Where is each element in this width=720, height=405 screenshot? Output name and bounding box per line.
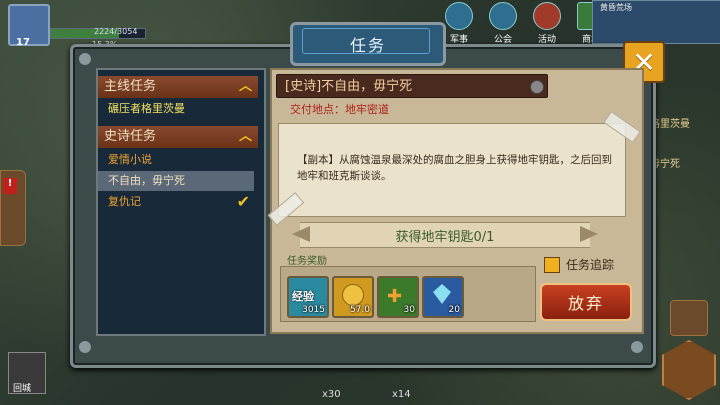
bag-icon[interactable]: [670, 300, 708, 336]
track-checkbox[interactable]: [544, 257, 560, 273]
quest-item[interactable]: 爱情小说: [98, 150, 258, 170]
reward-gold[interactable]: 57.0: [332, 276, 374, 318]
reward-tool[interactable]: ✚ 30: [377, 276, 419, 318]
quest-item[interactable]: 碾压者格里茨曼: [98, 99, 258, 119]
screw-icon: [78, 340, 92, 354]
reward-exp[interactable]: 经验 3015: [287, 276, 329, 318]
category-epic-quests[interactable]: 史诗任务 ︿: [98, 126, 258, 148]
chevron-up-icon: ︿: [238, 79, 252, 94]
category-label: 主线任务: [104, 79, 157, 94]
top-menu: 军事 公会 活动 商城: [440, 2, 610, 45]
reward-crystal[interactable]: 20: [422, 276, 464, 318]
top-menu-events[interactable]: 活动: [528, 2, 566, 45]
reward-amount: 57.0: [349, 305, 370, 315]
minimap-title: 黄昏荒场: [600, 3, 632, 12]
gift-icon: [533, 2, 561, 30]
crystal-icon: [433, 284, 451, 304]
wrench-icon: ✚: [387, 286, 403, 307]
alert-badge: !: [3, 178, 17, 194]
right-side-text: 格里茨曼: [650, 119, 690, 130]
screw-icon: [630, 340, 644, 354]
guild-icon: [489, 2, 517, 30]
quest-location: 交付地点：地牢密道: [290, 103, 389, 116]
checkmark-icon: ✔: [236, 192, 250, 211]
quest-objective: 获得地牢钥匙0/1: [395, 230, 495, 245]
category-main-quests[interactable]: 主线任务 ︿: [98, 76, 258, 98]
reward-amount: 20: [448, 305, 460, 315]
exp-text: 2224/3054: [94, 27, 138, 36]
reward-label: 任务奖励: [287, 256, 327, 267]
quest-description: 【副本】从腐蚀温泉最深处的腐血之胆身上获得地牢钥匙，之后回到地牢和班克斯谈谈。: [297, 154, 612, 182]
dialog-title: 任务: [290, 22, 446, 66]
chevron-up-icon: ︿: [238, 129, 252, 144]
track-label: 任务追踪: [566, 258, 615, 272]
player-level: 17: [16, 37, 30, 48]
reward-amount: 30: [403, 305, 415, 315]
quest-item-selected[interactable]: 不自由，毋宁死: [98, 171, 254, 191]
helmet-icon: [445, 2, 473, 30]
exp-icon: 经验: [292, 290, 314, 303]
knob-icon: [530, 80, 544, 94]
top-menu-guild[interactable]: 公会: [484, 2, 522, 45]
return-town-label: 回城: [13, 384, 32, 394]
quest-item[interactable]: 复仇记 ✔: [98, 192, 258, 212]
quest-item-label: 复仇记: [108, 195, 141, 208]
abandon-button[interactable]: 放弃: [540, 283, 632, 321]
item-count: x30: [322, 389, 341, 400]
screw-icon: [78, 52, 92, 66]
quest-title: [史诗]不自由，毋宁死: [276, 74, 548, 98]
item-count: x14: [392, 389, 411, 400]
gold-coins-icon: [342, 284, 364, 306]
category-label: 史诗任务: [104, 129, 157, 144]
player-hud[interactable]: 17 2224/3054 15.3%: [4, 0, 146, 49]
reward-amount: 3015: [302, 305, 325, 315]
